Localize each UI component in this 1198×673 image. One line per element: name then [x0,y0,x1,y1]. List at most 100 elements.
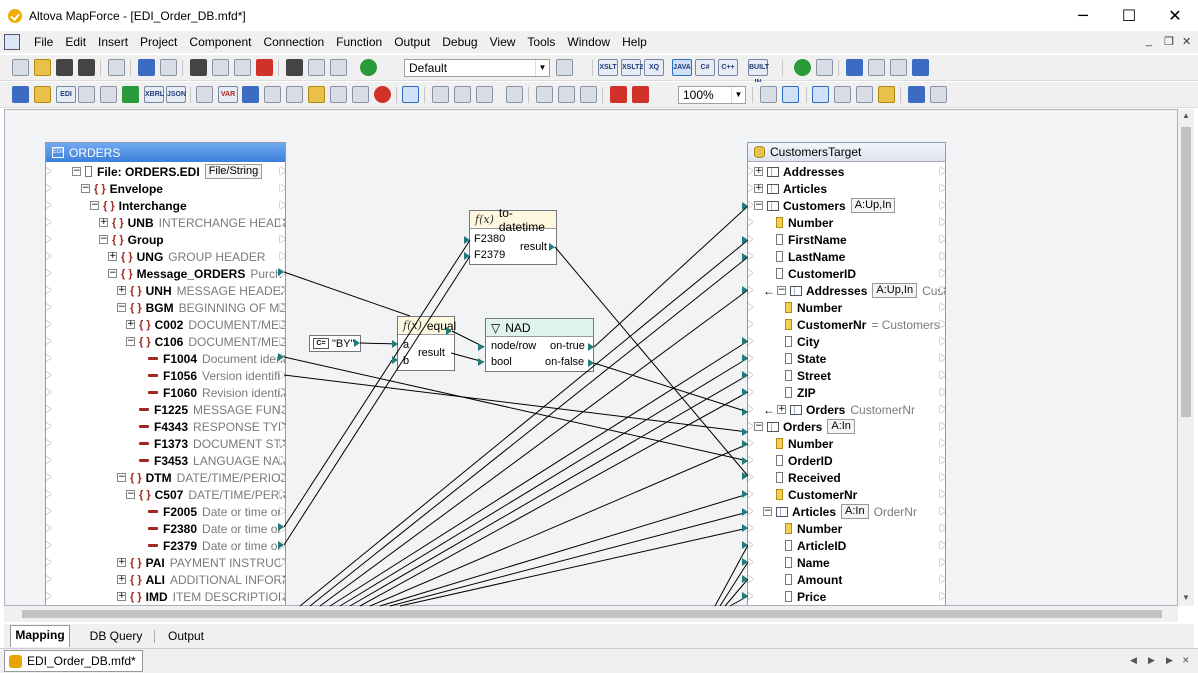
source-tree-row[interactable]: − File: ORDERS.EDI File/String [72,163,263,180]
menu-project[interactable]: Project [134,35,183,49]
insert-constant-icon[interactable] [196,86,213,103]
input-connector[interactable] [46,354,51,362]
source-tree-row[interactable]: −{ }BGM BEGINNING OF MESS [117,299,285,316]
menu-connection[interactable]: Connection [257,35,330,49]
close-button[interactable]: ✕ [1152,0,1198,31]
source-tree-row[interactable]: −{ } Group [99,231,164,248]
menu-debug[interactable]: Debug [436,35,483,49]
zoom-select[interactable]: 100% ▼ [678,86,746,104]
input-connector[interactable] [748,388,753,396]
show-tips-icon[interactable] [878,86,895,103]
find-icon[interactable] [286,59,303,76]
collapse-icon[interactable]: − [126,337,135,346]
input-connector[interactable] [46,201,51,209]
tab-scroll-left-icon[interactable]: ◀ [1130,655,1137,666]
source-tree-row[interactable]: + { } UNH MESSAGE HEADER [117,282,285,299]
navigate-back-icon[interactable] [908,86,925,103]
input-connector[interactable] [46,592,51,600]
function-equal[interactable]: f(x) equal a b result [397,316,456,371]
insert-exception-icon[interactable] [374,86,391,103]
output-connector[interactable] [940,286,945,294]
save-all-icon[interactable] [78,59,95,76]
expand-icon[interactable]: + [117,286,126,295]
input-connector[interactable] [748,235,753,243]
input-connector[interactable] [748,490,753,498]
insert-if-else-icon[interactable] [330,86,347,103]
target-tree-row[interactable]: Number [772,520,842,537]
output-connector[interactable] [280,422,285,430]
output-connector[interactable] [940,490,945,498]
target-tree-row[interactable]: − Articles A:In OrderNr [763,503,917,520]
target-tree-row[interactable]: Name [772,554,830,571]
collapse-icon[interactable]: − [763,507,772,516]
source-tree-row[interactable]: −{ }C106 DOCUMENT/MESSA [126,333,285,350]
save-icon[interactable] [56,59,73,76]
output-connector[interactable] [280,524,285,532]
output-connector[interactable] [940,218,945,226]
node-tag[interactable]: A:In [827,419,855,434]
expand-icon[interactable]: + [108,252,117,261]
output-connector[interactable] [940,592,945,600]
expand-icon[interactable]: + [754,184,763,193]
input-connector[interactable] [748,303,753,311]
insert-database-icon[interactable] [34,86,51,103]
print-icon[interactable] [108,59,125,76]
undo-icon[interactable] [138,59,155,76]
show-annotations-icon[interactable] [812,86,829,103]
input-connector[interactable] [748,575,753,583]
maximize-button[interactable]: ☐ [1106,0,1152,31]
insert-xml-schema-icon[interactable] [12,86,29,103]
delete-icon[interactable] [256,59,273,76]
insert-excel-icon[interactable] [122,86,139,103]
collapse-icon[interactable]: − [754,422,763,431]
collapse-icon[interactable]: − [117,303,126,312]
output-connector[interactable] [940,303,945,311]
input-connector[interactable] [748,405,753,413]
output-connector[interactable] [280,592,285,600]
menu-view[interactable]: View [484,35,522,49]
language-cpp-button[interactable]: C++ [718,59,738,76]
menu-component[interactable]: Component [183,35,257,49]
input-connector[interactable] [46,337,51,345]
target-tree-row[interactable]: ← + Orders CustomerNr [763,401,915,418]
source-tree-row[interactable]: F1060 Revision identifi [135,384,285,401]
input-connector[interactable] [46,541,51,549]
output-connector[interactable] [280,473,285,481]
input-connector[interactable] [748,541,753,549]
language-java-button[interactable]: JAVA [672,59,692,76]
output-connector[interactable] [280,303,285,311]
filter-nad[interactable]: ▽ NAD node/row bool on-true on-false [485,318,594,372]
language-xquery-button[interactable]: XQ [644,59,664,76]
vertical-scrollbar[interactable]: ▲ ▼ [1178,109,1194,606]
output-connector[interactable] [940,354,945,362]
source-component-orders[interactable]: EDI ORDERS − File: ORDERS.EDI File/String −… [45,142,286,605]
expand-icon[interactable]: + [126,320,135,329]
menu-tools[interactable]: Tools [521,35,561,49]
target-tree-row[interactable]: Price [772,588,826,605]
output-connector[interactable] [280,371,285,379]
input-connector[interactable] [748,184,753,192]
mapping-canvas[interactable]: EDI ORDERS − File: ORDERS.EDI File/String −… [4,109,1178,606]
input-connector[interactable] [46,422,51,430]
mdi-minimize-button[interactable]: _ [1146,35,1152,47]
target-tree-row[interactable]: Number [772,299,842,316]
source-tree-row[interactable]: + { }PAI PAYMENT INSTRUCTION [117,554,285,571]
input-connector[interactable] [46,439,51,447]
input-connector[interactable] [748,167,753,175]
input-connector[interactable] [46,303,51,311]
connection-settings-icon[interactable] [506,86,523,103]
output-connector[interactable] [280,286,285,294]
find-previous-icon[interactable] [308,59,325,76]
constant-by[interactable]: C= "BY" [309,335,361,352]
source-tree-row[interactable]: F2005 Date or time or p [135,503,285,520]
scroll-up-icon[interactable]: ▲ [1182,111,1190,120]
target-tree-row[interactable]: Number [763,435,833,452]
create-function-icon[interactable] [558,86,575,103]
expand-icon[interactable]: + [777,405,786,414]
menu-insert[interactable]: Insert [92,35,134,49]
function-input-a[interactable]: a [403,338,409,352]
output-connector[interactable] [280,252,285,260]
filter-output-on-false[interactable]: on-false [545,355,584,369]
output-connector[interactable] [280,201,285,209]
filter-input-bool[interactable]: bool [491,355,512,369]
